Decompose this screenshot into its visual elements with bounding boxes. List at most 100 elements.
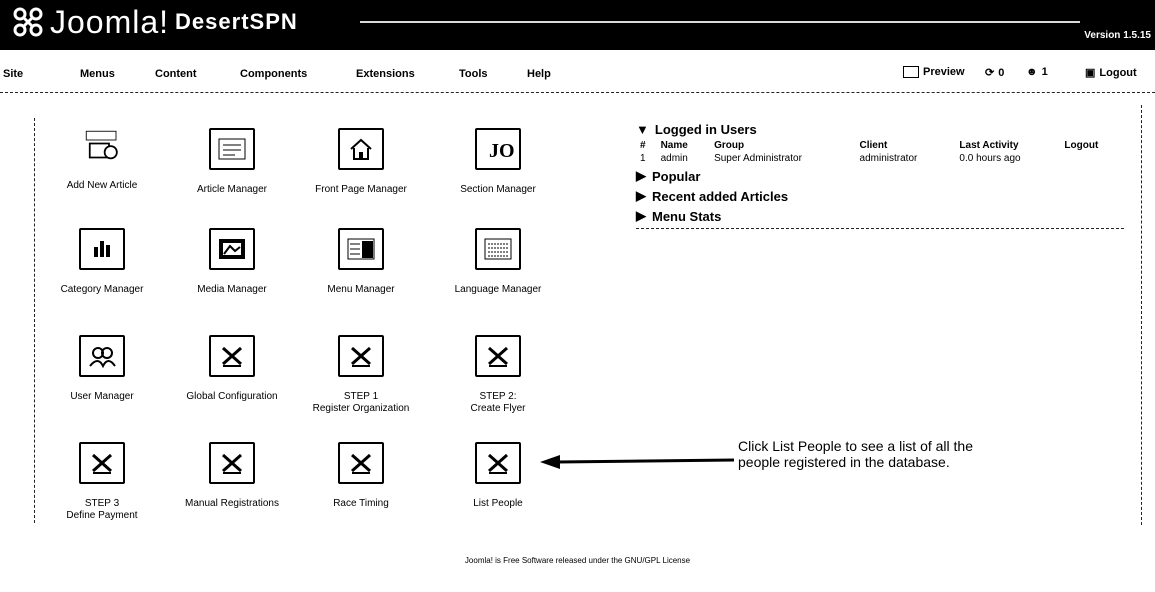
tile-label: User Manager bbox=[70, 391, 134, 402]
logged-in-users-title: Logged in Users bbox=[654, 121, 757, 137]
logged-in-users-header[interactable]: ▼ Logged in Users bbox=[636, 119, 1126, 139]
tile-label: STEP 1 Register Organization bbox=[301, 391, 421, 415]
preview-icon bbox=[903, 66, 919, 78]
cell-client: administrator bbox=[859, 153, 918, 164]
menu-components[interactable]: Components bbox=[240, 68, 307, 80]
instruction-note: Click List People to see a list of all t… bbox=[738, 438, 974, 470]
cell-number: 1 bbox=[640, 153, 646, 164]
tile-article-manager[interactable]: Article Manager bbox=[172, 128, 292, 218]
joomla-logo[interactable]: Joomla! DesertSPN bbox=[8, 4, 298, 40]
callout-arrow-icon bbox=[540, 455, 735, 469]
menu-tools[interactable]: Tools bbox=[459, 68, 488, 80]
tile-section-manager[interactable]: JO Section Manager bbox=[438, 128, 558, 218]
preview-label: Preview bbox=[923, 66, 965, 78]
popular-title: Popular bbox=[652, 168, 701, 184]
tile-label-line1: STEP 3 bbox=[84, 498, 120, 509]
logo-text: Joomla! bbox=[50, 3, 170, 40]
expand-right-icon: ▶ bbox=[636, 188, 646, 203]
col-client: Client bbox=[859, 140, 888, 151]
recent-articles-header[interactable]: ▶ Recent added Articles bbox=[636, 186, 1126, 206]
tile-race-timing[interactable]: Race Timing bbox=[301, 442, 421, 532]
tile-label: STEP 3 Define Payment bbox=[42, 498, 162, 522]
tools-icon bbox=[338, 335, 384, 377]
col-name: Name bbox=[660, 140, 688, 151]
menu-content[interactable]: Content bbox=[155, 68, 197, 80]
tile-label-line1: STEP 1 bbox=[343, 391, 379, 402]
col-number: # bbox=[640, 140, 646, 151]
tile-label: Menu Manager bbox=[327, 284, 395, 295]
tools-icon bbox=[209, 442, 255, 484]
tile-label-line2: Define Payment bbox=[66, 510, 138, 521]
tile-step3-define-payment[interactable]: STEP 3 Define Payment bbox=[42, 442, 162, 532]
tile-category-manager[interactable]: Category Manager bbox=[42, 228, 162, 318]
col-group: Group bbox=[714, 140, 745, 151]
language-manager-icon bbox=[475, 228, 521, 270]
tile-media-manager[interactable]: Media Manager bbox=[172, 228, 292, 318]
menu-help[interactable]: Help bbox=[527, 68, 551, 80]
tile-label: Race Timing bbox=[333, 498, 389, 509]
tile-step2-create-flyer[interactable]: STEP 2: Create Flyer bbox=[438, 335, 558, 425]
header-bar: Joomla! DesertSPN Version 1.5.15 bbox=[0, 0, 1155, 50]
logout-link[interactable]: ▣ Logout bbox=[1085, 66, 1137, 80]
dashboard-panel: ▼ Logged in Users # Name Group Client La… bbox=[636, 119, 1126, 229]
users-icon: ☻ bbox=[1026, 66, 1038, 78]
right-frame-line bbox=[1141, 105, 1142, 525]
tile-add-new-article[interactable]: Add New Article bbox=[42, 128, 162, 218]
menu-manager-icon bbox=[338, 228, 384, 270]
tile-label: Front Page Manager bbox=[315, 184, 407, 195]
cell-group: Super Administrator bbox=[714, 153, 802, 164]
tools-icon bbox=[209, 335, 255, 377]
menu-extensions[interactable]: Extensions bbox=[356, 68, 415, 80]
tile-label: List People bbox=[473, 498, 523, 509]
media-manager-icon bbox=[209, 228, 255, 270]
front-page-icon bbox=[338, 128, 384, 170]
logout-icon: ▣ bbox=[1085, 67, 1096, 79]
menu-site[interactable]: Site bbox=[3, 68, 23, 80]
menu-divider bbox=[0, 92, 1155, 93]
tile-user-manager[interactable]: User Manager bbox=[42, 335, 162, 425]
tile-menu-manager[interactable]: Menu Manager bbox=[301, 228, 421, 318]
site-name: DesertSPN bbox=[175, 9, 298, 34]
table-header-row: # Name Group Client Last Activity Logout bbox=[636, 139, 1124, 152]
cell-logout[interactable] bbox=[1060, 152, 1124, 165]
footer-text: Joomla! is Free Software released under … bbox=[464, 556, 691, 565]
menu-stats-title: Menu Stats bbox=[652, 208, 722, 224]
svg-text:JO: JO bbox=[489, 140, 515, 162]
logged-in-users-table: # Name Group Client Last Activity Logout… bbox=[636, 139, 1124, 165]
popular-header[interactable]: ▶ Popular bbox=[636, 166, 1126, 186]
cell-name[interactable]: admin bbox=[657, 152, 711, 165]
tile-label: Global Configuration bbox=[186, 391, 278, 402]
tile-label-line2: Register Organization bbox=[312, 403, 410, 414]
tools-icon bbox=[338, 442, 384, 484]
tile-manual-registrations[interactable]: Manual Registrations bbox=[172, 442, 292, 532]
expand-right-icon: ▶ bbox=[636, 208, 646, 223]
tile-label-line1: STEP 2: bbox=[479, 391, 517, 402]
tile-front-page-manager[interactable]: Front Page Manager bbox=[301, 128, 421, 218]
users-online[interactable]: ☻ 1 bbox=[1026, 66, 1048, 78]
messages-count: 0 bbox=[998, 66, 1005, 79]
users-online-count: 1 bbox=[1041, 66, 1048, 78]
menu-stats-header[interactable]: ▶ Menu Stats bbox=[636, 206, 1126, 226]
add-article-icon bbox=[81, 128, 123, 166]
section-manager-icon: JO bbox=[475, 128, 521, 170]
tile-language-manager[interactable]: Language Manager bbox=[438, 228, 558, 318]
logout-label: Logout bbox=[1099, 66, 1137, 79]
recent-articles-title: Recent added Articles bbox=[652, 188, 789, 204]
expand-right-icon: ▶ bbox=[636, 168, 646, 183]
tile-global-configuration[interactable]: Global Configuration bbox=[172, 335, 292, 425]
article-manager-icon bbox=[209, 128, 255, 170]
tools-icon bbox=[79, 442, 125, 484]
col-last-activity: Last Activity bbox=[959, 140, 1019, 151]
tile-label: Article Manager bbox=[196, 184, 268, 195]
joomla-logo-icon bbox=[13, 7, 43, 37]
menu-menus[interactable]: Menus bbox=[80, 68, 115, 80]
tile-step1-register-organization[interactable]: STEP 1 Register Organization bbox=[301, 335, 421, 425]
tools-icon bbox=[475, 335, 521, 377]
cell-last-activity: 0.0 hours ago bbox=[959, 153, 1021, 164]
tile-label: Media Manager bbox=[197, 284, 267, 295]
preview-link[interactable]: Preview bbox=[903, 66, 965, 78]
tile-label: Add New Article bbox=[66, 180, 138, 191]
messages-link[interactable]: ⟳ 0 bbox=[985, 66, 1005, 80]
header-divider bbox=[360, 21, 1080, 23]
tools-icon bbox=[475, 442, 521, 484]
